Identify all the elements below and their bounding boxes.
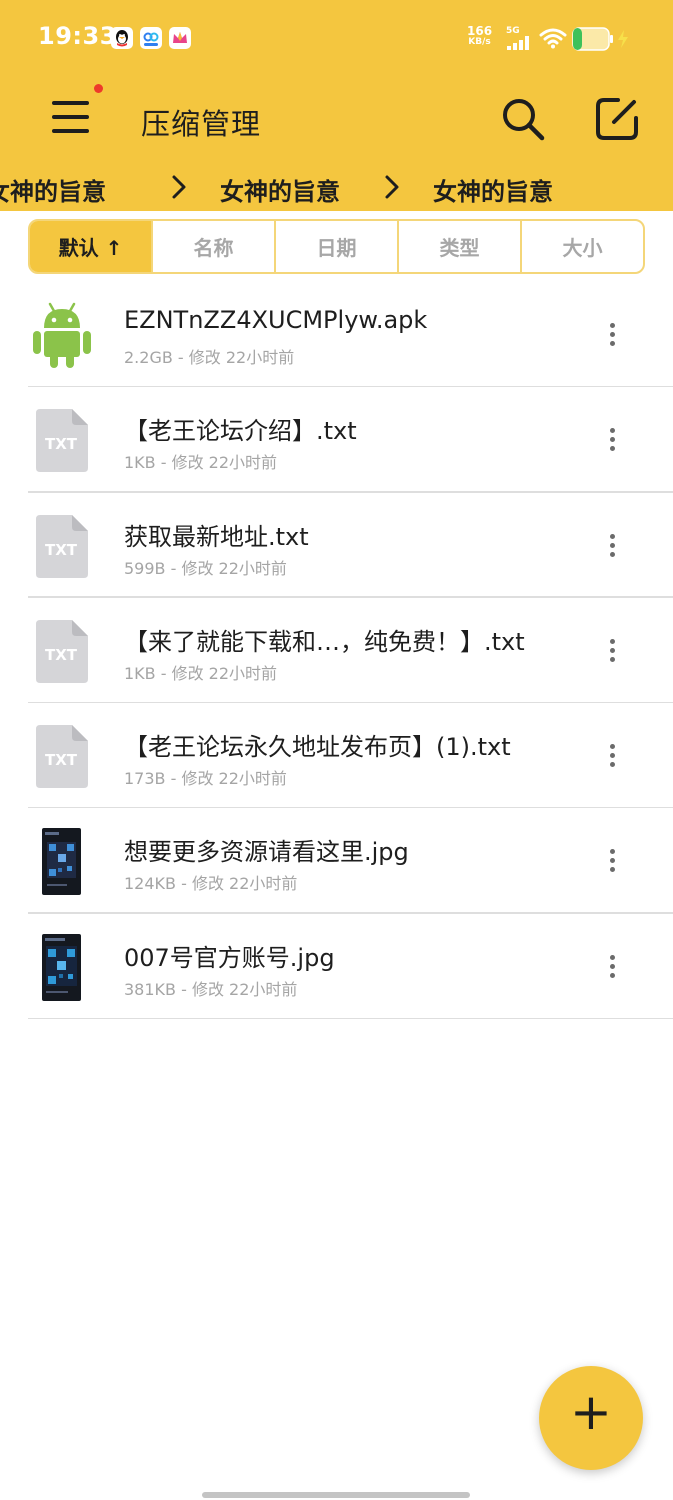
more-options-button[interactable] [598, 529, 626, 563]
file-meta: 1KB - 修改 22小时前 [124, 453, 278, 473]
qq-icon [111, 27, 133, 49]
breadcrumb: 女神的旨意 女神的旨意 女神的旨意 [0, 168, 673, 210]
list-item[interactable]: TXT 【老王论坛永久地址发布页】(1).txt 173B - 修改 22小时前 [0, 703, 673, 809]
sort-tab-default[interactable]: 默认 ↑ [30, 221, 153, 272]
sort-tabs: 默认 ↑ 名称 日期 类型 大小 [28, 219, 645, 274]
sort-tab-size[interactable]: 大小 [522, 221, 643, 272]
more-options-button[interactable] [598, 423, 626, 457]
image-thumbnail [30, 826, 94, 896]
svg-text:TXT: TXT [45, 435, 78, 453]
txt-file-icon: TXT [30, 511, 94, 581]
cell-signal-icon [507, 36, 529, 50]
status-clock: 19:33 [38, 22, 117, 50]
file-meta: 1KB - 修改 22小时前 [124, 663, 278, 683]
file-name: 007号官方账号.jpg [124, 943, 335, 972]
menu-icon-line [52, 129, 89, 133]
signal-type-label: 5G [506, 26, 520, 36]
breadcrumb-item[interactable]: 女神的旨意 [433, 172, 553, 207]
search-button[interactable] [498, 94, 548, 144]
cloud-app-icon [140, 27, 162, 49]
sort-tab-type[interactable]: 类型 [399, 221, 522, 272]
txt-file-icon: TXT [30, 616, 94, 686]
app-header: 19:33 166 KB/s 5G 压缩管理 神的旨意 女神的旨意 女神的旨意 [0, 0, 673, 211]
file-meta: 124KB - 修改 22小时前 [124, 874, 298, 894]
more-options-button[interactable] [598, 739, 626, 773]
file-name: 想要更多资源请看这里.jpg [124, 838, 409, 867]
chevron-right-icon [385, 175, 399, 199]
gesture-nav-bar[interactable] [202, 1492, 470, 1498]
file-meta: 2.2GB - 修改 22小时前 [124, 348, 295, 367]
add-button[interactable]: + [539, 1366, 643, 1470]
android-icon [30, 300, 94, 370]
breadcrumb-item[interactable]: 女神的旨意 [0, 172, 106, 207]
file-name: 【老王论坛介绍】.txt [124, 417, 357, 446]
breadcrumb-item[interactable]: 女神的旨意 [220, 172, 340, 207]
more-options-button[interactable] [598, 844, 626, 878]
edit-button[interactable] [592, 94, 642, 144]
svg-text:TXT: TXT [45, 646, 78, 664]
file-meta: 599B - 修改 22小时前 [124, 558, 287, 578]
file-list: EZNTnZZ4XUCMPlyw.apk 2.2GB - 修改 22小时前 TX… [0, 282, 673, 1020]
list-item[interactable]: 想要更多资源请看这里.jpg 124KB - 修改 22小时前 [0, 808, 673, 914]
sort-tab-name[interactable]: 名称 [153, 221, 276, 272]
edit-icon [596, 98, 638, 140]
search-icon [503, 99, 545, 141]
txt-file-icon: TXT [30, 405, 94, 475]
divider [28, 1017, 673, 1020]
list-item[interactable]: 007号官方账号.jpg 381KB - 修改 22小时前 [0, 914, 673, 1020]
more-options-button[interactable] [598, 950, 626, 984]
svg-text:TXT: TXT [45, 751, 78, 769]
file-meta: 173B - 修改 22小时前 [124, 769, 287, 789]
list-item[interactable]: TXT 【老王论坛介绍】.txt 1KB - 修改 22小时前 [0, 387, 673, 493]
network-speed: 166 KB/s [467, 24, 493, 47]
menu-icon-line [52, 115, 89, 119]
status-bar: 19:33 166 KB/s 5G [0, 0, 673, 78]
more-options-button[interactable] [598, 634, 626, 668]
page-title: 压缩管理 [141, 107, 262, 141]
list-item[interactable]: TXT 【来了就能下载和…，纯免费！】.txt 1KB - 修改 22小时前 [0, 598, 673, 704]
list-item[interactable]: EZNTnZZ4XUCMPlyw.apk 2.2GB - 修改 22小时前 [0, 282, 673, 388]
file-name: 【老王论坛永久地址发布页】(1).txt [124, 733, 511, 762]
list-item[interactable]: TXT 获取最新地址.txt 599B - 修改 22小时前 [0, 493, 673, 598]
file-name: EZNTnZZ4XUCMPlyw.apk [124, 306, 428, 334]
plus-icon: + [570, 1383, 612, 1441]
more-options-button[interactable] [598, 318, 626, 352]
file-name: 【来了就能下载和…，纯免费！】.txt [124, 627, 525, 656]
menu-icon [52, 101, 89, 105]
file-name: 获取最新地址.txt [124, 522, 309, 551]
chevron-right-icon [172, 175, 186, 199]
svg-text:TXT: TXT [45, 541, 78, 559]
menu-button[interactable] [44, 84, 103, 140]
txt-file-icon: TXT [30, 721, 94, 791]
notification-badge [94, 84, 103, 93]
wifi-icon [539, 28, 567, 49]
sort-tab-date[interactable]: 日期 [276, 221, 399, 272]
battery-icon [572, 27, 628, 51]
file-meta: 381KB - 修改 22小时前 [124, 979, 298, 999]
crown-app-icon [169, 27, 191, 49]
image-thumbnail [30, 932, 94, 1002]
